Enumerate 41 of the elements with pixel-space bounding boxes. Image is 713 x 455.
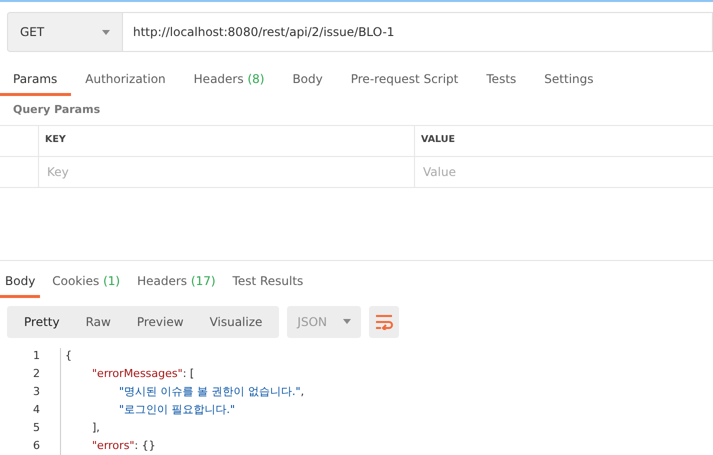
method-dropdown[interactable]: GET — [7, 12, 123, 52]
line-number: 4 — [32, 402, 40, 418]
code-token: "로그인이 필요합니다." — [119, 402, 236, 418]
code-token: , — [300, 384, 304, 400]
wrap-button[interactable] — [369, 306, 400, 338]
caret-icon — [343, 319, 352, 324]
view-mode-tab[interactable]: Preview — [124, 306, 197, 338]
code-token: : [ — [182, 366, 194, 382]
view-mode-tab[interactable]: Raw — [72, 306, 124, 338]
caret-icon — [102, 30, 110, 34]
column-header: VALUE — [421, 133, 455, 148]
tab[interactable]: Params — [0, 64, 72, 96]
tab[interactable]: Tests — [472, 64, 530, 96]
tab[interactable]: Headers (17) — [132, 266, 221, 298]
column-header: KEY — [45, 133, 66, 148]
tab[interactable]: Body — [0, 266, 40, 298]
url-field[interactable]: http://localhost:8080/rest/api/2/issue/BLO-1 — [123, 12, 713, 52]
value-field[interactable]: Value — [421, 162, 713, 182]
line-number: 5 — [32, 420, 40, 436]
view-mode-tab[interactable]: Visualize — [196, 306, 276, 338]
code-token: "errorMessages" — [92, 366, 183, 382]
tab[interactable]: Body — [278, 64, 337, 96]
view-mode-tab[interactable]: Pretty — [11, 306, 73, 338]
tab[interactable]: Cookies (1) — [47, 266, 126, 298]
code-token: "errors" — [92, 438, 134, 454]
line-number: 6 — [32, 438, 40, 454]
tab[interactable]: Settings — [530, 64, 608, 96]
wrap-icon — [375, 314, 394, 330]
line-number: 1 — [32, 348, 40, 364]
line-number: 3 — [32, 384, 40, 400]
tab[interactable]: Headers (8) — [180, 64, 278, 96]
tab[interactable]: Authorization — [71, 64, 180, 96]
code-token: { — [65, 348, 72, 364]
code-token: : {} — [134, 438, 156, 454]
tab[interactable]: Test Results — [228, 266, 308, 298]
line-number: 2 — [32, 366, 40, 382]
tab[interactable]: Pre-request Script — [336, 64, 472, 96]
code-token: "명시된 이슈를 볼 권한이 없습니다." — [119, 384, 301, 400]
section-title: Query Params — [12, 102, 102, 118]
code-token: ], — [92, 420, 100, 436]
key-field[interactable]: Key — [45, 162, 414, 182]
